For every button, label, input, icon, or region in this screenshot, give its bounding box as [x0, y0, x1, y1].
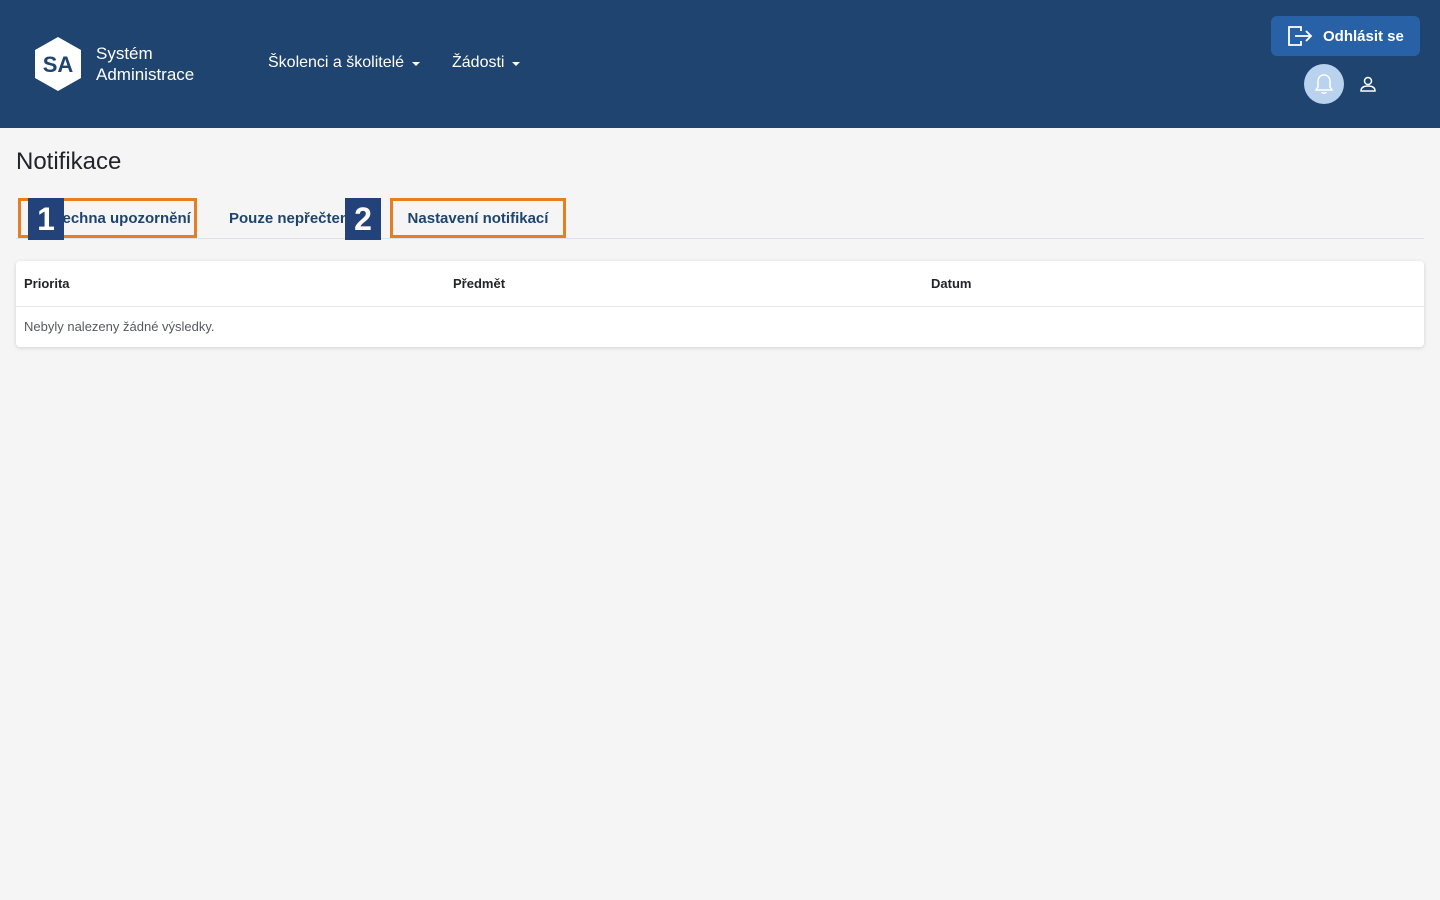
logo[interactable]: SA [33, 36, 83, 92]
user-icon [1360, 76, 1376, 92]
tab-notification-settings[interactable]: Nastavení notifikací [390, 198, 566, 238]
app-name-line2: Administrace [96, 65, 195, 84]
logo-abbr: SA [43, 52, 74, 77]
page-title: Notifikace [16, 148, 122, 175]
column-header-subject[interactable]: Předmět [453, 276, 505, 291]
caret-down-icon [512, 62, 521, 66]
notifications-button[interactable] [1304, 64, 1344, 104]
logout-label: Odhlásit se [1323, 27, 1404, 45]
top-header: SA Systém Administrace Školenci a školit… [0, 0, 1440, 128]
column-header-date[interactable]: Datum [931, 276, 971, 291]
logout-button[interactable]: Odhlásit se [1271, 16, 1420, 56]
tabs-divider [16, 238, 1424, 239]
nav-label: Žádosti [452, 54, 505, 71]
annotation-badge-2: 2 [345, 198, 381, 240]
nav-dropdown-trainees[interactable]: Školenci a školitelé [268, 53, 421, 73]
sa-logo-icon: SA [35, 37, 81, 91]
nav-label: Školenci a školitelé [268, 54, 405, 71]
empty-results-message: Nebyly nalezeny žádné výsledky. [24, 319, 215, 334]
annotation-badge-1: 1 [28, 198, 64, 240]
app-name-line1: Systém [96, 44, 153, 63]
nav-dropdown-requests[interactable]: Žádosti [452, 53, 521, 73]
column-header-priority[interactable]: Priorita [24, 276, 70, 291]
table-divider [16, 306, 1424, 307]
logout-icon [1288, 26, 1313, 46]
tab-unread-only[interactable]: Pouze nepřečtené [213, 198, 363, 238]
app-name[interactable]: Systém Administrace [96, 43, 194, 85]
user-profile-button[interactable] [1358, 74, 1378, 94]
notifications-table: Priorita Předmět Datum Nebyly nalezeny ž… [16, 261, 1424, 347]
caret-down-icon [412, 62, 421, 66]
bell-icon [1314, 74, 1334, 94]
